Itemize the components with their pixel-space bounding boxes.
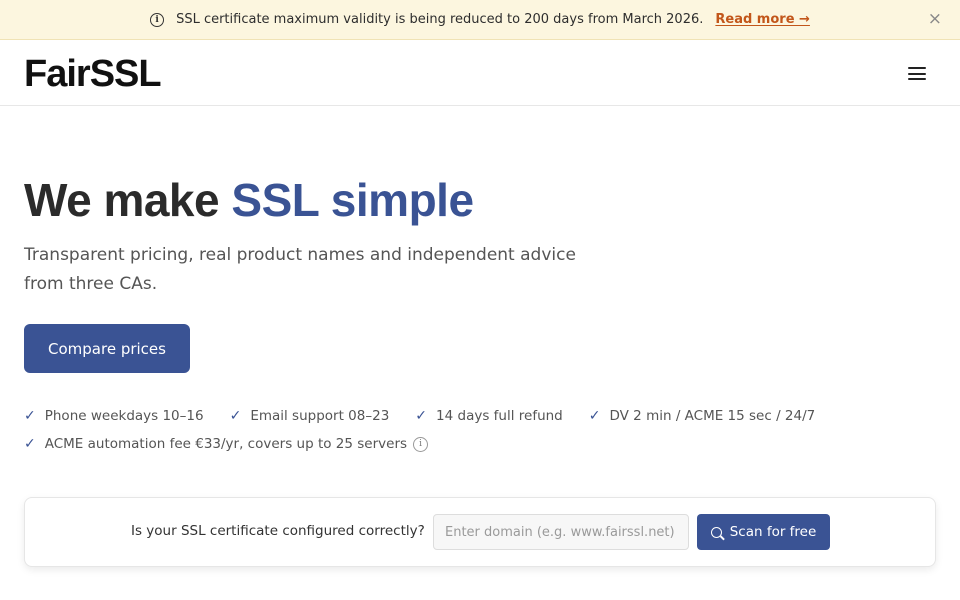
feature-label: Phone weekdays 10–16 <box>44 408 204 424</box>
feature-list: ✓ Phone weekdays 10–16 ✓ Email support 08–… <box>24 402 924 458</box>
hero-title-main: We make <box>24 174 232 226</box>
feature-label: Email support 08–23 <box>250 408 390 424</box>
hamburger-line <box>908 78 926 80</box>
feature-label: ACME automation fee €33/yr, covers up to… <box>44 436 408 452</box>
close-icon[interactable]: × <box>928 11 942 28</box>
info-icon: i <box>150 12 165 27</box>
scan-for-free-button[interactable]: Scan for free <box>697 514 830 550</box>
feature-item: ✓ Phone weekdays 10–16 <box>24 408 204 424</box>
scan-question: Is your SSL certificate configured corre… <box>131 523 425 539</box>
check-icon: ✓ <box>24 436 36 452</box>
hamburger-line <box>908 72 926 75</box>
hamburger-menu-icon[interactable] <box>908 67 926 80</box>
fairssl-logo[interactable]: FairSSL <box>24 55 162 93</box>
info-icon[interactable]: i <box>413 436 429 452</box>
announcement-banner: i SSL certificate maximum validity is be… <box>0 0 960 40</box>
hero-title: We make SSL simple <box>24 172 474 228</box>
feature-item: ✓ ACME automation fee €33/yr, covers up t… <box>24 436 429 452</box>
check-icon: ✓ <box>24 408 36 424</box>
ssl-scan-card: Is your SSL certificate configured corre… <box>24 497 936 567</box>
scan-button-label: Scan for free <box>729 524 817 540</box>
feature-item: ✓ Email support 08–23 <box>230 408 390 424</box>
check-icon: ✓ <box>229 408 242 424</box>
feature-row: ✓ ACME automation fee €33/yr, covers up t… <box>24 430 924 458</box>
feature-item: ✓ 14 days full refund <box>415 408 562 424</box>
hero-title-accent: SSL simple <box>231 174 474 226</box>
feature-item: ✓ DV 2 min / ACME 15 sec / 24/7 <box>589 408 815 424</box>
check-icon: ✓ <box>415 408 428 424</box>
read-more-link[interactable]: Read more → <box>715 12 810 27</box>
hero-subtitle: Transparent pricing, real product names … <box>24 245 576 294</box>
banner-message: SSL certificate maximum validity is bein… <box>176 12 704 27</box>
search-icon <box>710 526 722 538</box>
feature-row: ✓ Phone weekdays 10–16 ✓ Email support 08–… <box>24 402 924 430</box>
site-header: FairSSL <box>0 41 960 106</box>
compare-prices-button[interactable]: Compare prices <box>24 324 190 373</box>
feature-label: 14 days full refund <box>436 408 563 424</box>
domain-input[interactable] <box>433 514 689 550</box>
feature-label: DV 2 min / ACME 15 sec / 24/7 <box>609 408 816 424</box>
hamburger-line <box>908 67 926 69</box>
check-icon: ✓ <box>588 408 601 424</box>
